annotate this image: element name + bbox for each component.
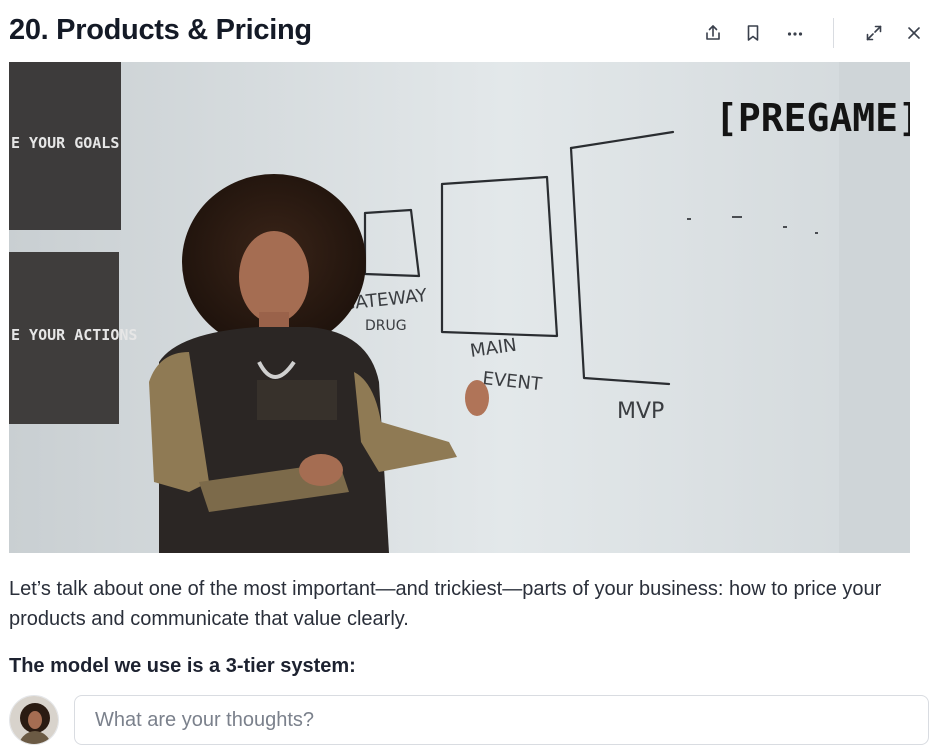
lesson-paragraph: Let’s talk about one of the most importa… [9,578,882,630]
bookmark-button[interactable] [738,18,768,48]
video-player[interactable]: E YOUR GOALS E YOUR ACTIONS [PREGAME] GA… [9,62,910,553]
comment-input[interactable] [74,695,929,745]
header: 20. Products & Pricing [0,0,941,62]
poster-text: E YOUR ACTIONS [11,326,137,344]
toolbar [0,18,941,48]
video-frame: E YOUR GOALS E YOUR ACTIONS [PREGAME] GA… [9,62,910,553]
brand-watermark: [PREGAME] [715,96,910,140]
more-icon [787,32,803,36]
close-icon [908,27,920,39]
share-button[interactable] [698,18,728,48]
expand-icon [866,25,882,41]
bookmark-icon [747,25,759,41]
more-options-button[interactable] [780,18,810,48]
user-avatar-image [10,696,58,744]
expand-button[interactable] [859,18,889,48]
lesson-subheading: The model we use is a 3-tier system: [9,655,356,677]
poster-text: E YOUR GOALS [11,134,119,152]
board-label: MVP [617,399,664,424]
share-icon [706,25,720,40]
close-button[interactable] [899,18,929,48]
toolbar-divider [833,18,834,48]
board-label: DRUG [365,318,407,334]
avatar [9,695,59,745]
